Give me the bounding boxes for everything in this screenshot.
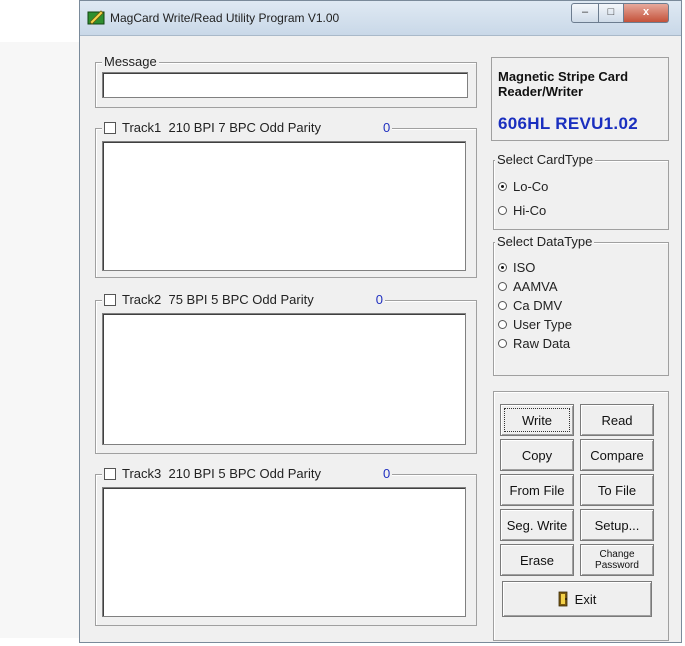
track2-count: 0 — [375, 292, 383, 307]
copy-button[interactable]: Copy — [500, 439, 574, 471]
read-button[interactable]: Read — [580, 404, 654, 436]
from-file-button[interactable]: From File — [500, 474, 574, 506]
radio-ca-dmv-indicator[interactable] — [498, 301, 507, 310]
radio-aamva[interactable]: AAMVA — [498, 279, 558, 294]
brand-title-line1: Magnetic Stripe Card — [498, 69, 629, 84]
track2-group: Track2 75 BPI 5 BPC Odd Parity 0 — [95, 292, 477, 454]
model-version: 606HL REVU1.02 — [498, 114, 638, 133]
exit-button[interactable]: Exit — [502, 581, 652, 617]
track2-checkbox[interactable] — [104, 293, 116, 306]
radio-user-type-indicator[interactable] — [498, 320, 507, 329]
brand-title: Magnetic Stripe Card Reader/Writer — [498, 69, 628, 99]
change-password-button[interactable]: Change Password — [580, 544, 654, 576]
card-type-group: Select CardType — [493, 152, 669, 230]
radio-raw-data-indicator[interactable] — [498, 339, 507, 348]
app-icon — [87, 10, 105, 25]
track1-spec: 210 BPI 7 BPC Odd Parity — [168, 120, 321, 135]
erase-button[interactable]: Erase — [500, 544, 574, 576]
to-file-button[interactable]: To File — [580, 474, 654, 506]
track3-spec: 210 BPI 5 BPC Odd Parity — [168, 466, 321, 481]
radio-aamva-label: AAMVA — [513, 279, 558, 294]
card-type-label: Select CardType — [495, 152, 596, 167]
track1-group: Track1 210 BPI 7 BPC Odd Parity 0 — [95, 120, 477, 278]
setup-button[interactable]: Setup... — [580, 509, 654, 541]
radio-user-type-label: User Type — [513, 317, 573, 332]
track1-label: Track1 — [122, 120, 162, 135]
message-field[interactable] — [102, 72, 468, 98]
window-controls: – □ x — [571, 3, 669, 23]
track1-data-area[interactable] — [102, 141, 466, 271]
radio-raw-data-label: Raw Data — [513, 336, 571, 351]
radio-hi-co[interactable]: Hi-Co — [498, 203, 546, 218]
track2-spec: 75 BPI 5 BPC Odd Parity — [168, 292, 314, 307]
track1-header: Track1 210 BPI 7 BPC Odd Parity 0 — [102, 120, 393, 135]
brand-panel: Magnetic Stripe Card Reader/Writer 606HL… — [491, 57, 669, 141]
window-title: MagCard Write/Read Utility Program V1.00 — [110, 11, 340, 25]
title-bar[interactable]: MagCard Write/Read Utility Program V1.00… — [80, 1, 681, 36]
radio-iso-indicator[interactable] — [498, 263, 507, 272]
background-stripe — [0, 42, 80, 638]
close-button[interactable]: x — [624, 3, 669, 23]
track3-checkbox[interactable] — [104, 467, 116, 480]
client-area: Message Track1 210 BPI 7 BPC Odd Parity … — [80, 36, 681, 642]
track3-label: Track3 — [122, 466, 162, 481]
radio-lo-co-label: Lo-Co — [513, 179, 549, 194]
compare-button[interactable]: Compare — [580, 439, 654, 471]
track2-data-area[interactable] — [102, 313, 466, 445]
radio-hi-co-label: Hi-Co — [513, 203, 547, 218]
track3-data-area[interactable] — [102, 487, 466, 617]
track2-label: Track2 — [122, 292, 162, 307]
message-label: Message — [102, 54, 159, 69]
change-password-line2: Password — [595, 560, 639, 571]
radio-hi-co-indicator[interactable] — [498, 206, 507, 215]
radio-iso-label: ISO — [513, 260, 536, 275]
radio-ca-dmv-label: Ca DMV — [513, 298, 563, 313]
track2-header: Track2 75 BPI 5 BPC Odd Parity 0 — [102, 292, 385, 307]
data-type-label: Select DataType — [495, 234, 595, 249]
track1-checkbox[interactable] — [104, 121, 116, 134]
write-button[interactable]: Write — [500, 404, 574, 436]
radio-raw-data[interactable]: Raw Data — [498, 336, 570, 351]
radio-ca-dmv[interactable]: Ca DMV — [498, 298, 562, 313]
change-password-line1: Change — [599, 549, 635, 560]
radio-user-type[interactable]: User Type — [498, 317, 572, 332]
track3-header: Track3 210 BPI 5 BPC Odd Parity 0 — [102, 466, 393, 481]
exit-label: Exit — [574, 591, 597, 607]
track1-count: 0 — [382, 120, 391, 135]
message-group: Message — [95, 54, 477, 108]
radio-iso[interactable]: ISO — [498, 260, 535, 275]
minimize-button[interactable]: – — [571, 3, 599, 23]
maximize-button[interactable]: □ — [599, 3, 624, 23]
app-window: MagCard Write/Read Utility Program V1.00… — [79, 0, 682, 643]
door-exit-icon — [558, 591, 568, 607]
track3-group: Track3 210 BPI 5 BPC Odd Parity 0 — [95, 466, 477, 626]
radio-lo-co-indicator[interactable] — [498, 182, 507, 191]
seg-write-button[interactable]: Seg. Write — [500, 509, 574, 541]
track3-count: 0 — [382, 466, 391, 481]
radio-lo-co[interactable]: Lo-Co — [498, 179, 548, 194]
brand-title-line2: Reader/Writer — [498, 84, 584, 99]
radio-aamva-indicator[interactable] — [498, 282, 507, 291]
